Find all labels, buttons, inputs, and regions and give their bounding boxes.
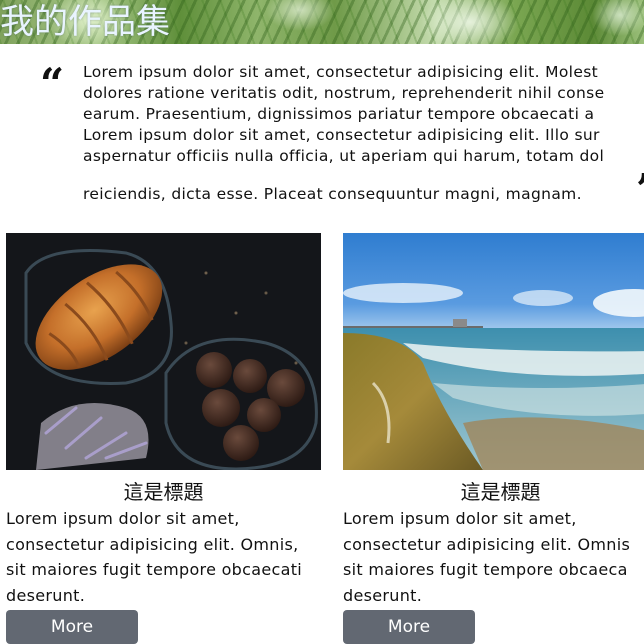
card-title: 這是標題 xyxy=(123,480,204,504)
card-image xyxy=(343,233,644,470)
card-description: Lorem ipsum dolor sit amet, consectetur … xyxy=(343,509,631,606)
portfolio-card: 這是標題 Lorem ipsum dolor sit amet, consect… xyxy=(6,233,321,644)
open-quote-icon: “ xyxy=(40,59,65,108)
close-quote-icon: ” xyxy=(636,166,644,214)
page-title: 我的作品集 xyxy=(0,2,170,42)
more-button[interactable]: More xyxy=(343,609,475,644)
quote-line: aspernatur officiis nulla officia, ut ap… xyxy=(83,147,605,165)
quote-line: reiciendis, dicta esse. Placeat consequu… xyxy=(83,185,582,203)
portfolio-card: 這是標題 Lorem ipsum dolor sit amet, consect… xyxy=(343,233,644,644)
card-title: 這是標題 xyxy=(460,480,541,504)
quote-line: Lorem ipsum dolor sit amet, consectetur … xyxy=(83,126,600,144)
header-banner: 我的作品集 xyxy=(0,0,644,44)
quote-line: dolores ratione veritatis odit, nostrum,… xyxy=(83,84,605,102)
quote-line: earum. Praesentium, dignissimos pariatur… xyxy=(83,105,595,123)
quote-line: Lorem ipsum dolor sit amet, consectetur … xyxy=(83,63,599,81)
more-button[interactable]: More xyxy=(6,609,138,644)
card-image xyxy=(6,233,321,470)
card-description: Lorem ipsum dolor sit amet, consectetur … xyxy=(6,509,303,606)
quote-text: Lorem ipsum dolor sit amet, consectetur … xyxy=(83,62,644,205)
quote-block: “ Lorem ipsum dolor sit amet, consectetu… xyxy=(40,59,644,214)
beach-photo-icon xyxy=(343,283,644,470)
